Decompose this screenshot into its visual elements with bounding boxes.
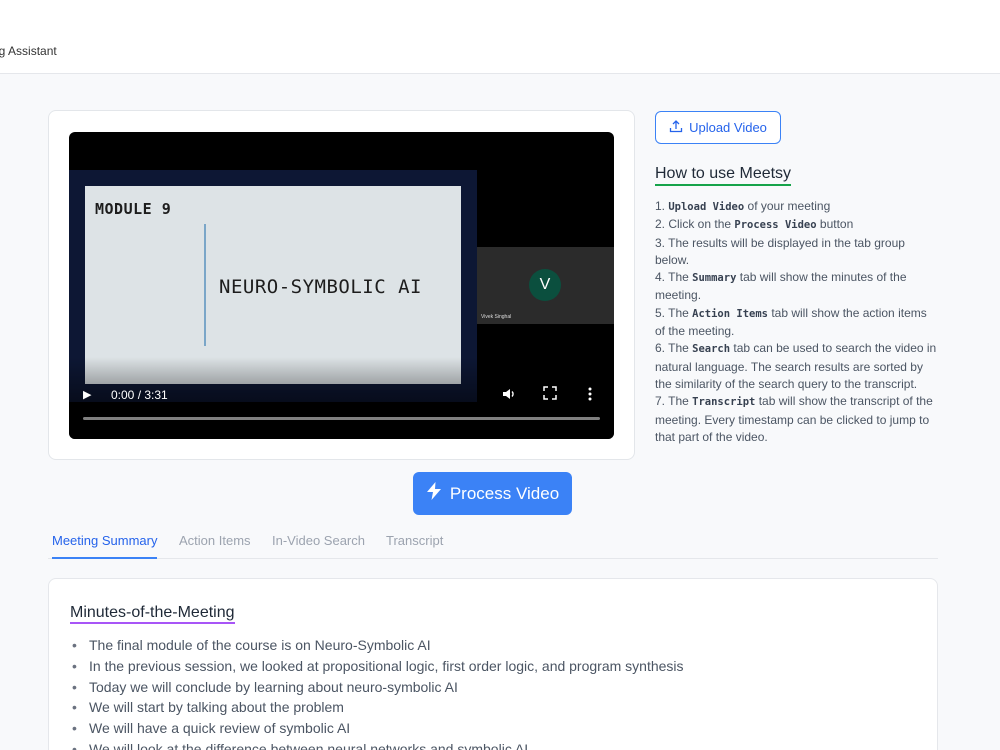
participant-tile: V Vivek Singhal <box>477 247 614 324</box>
howto-step: 7. The Transcript tab will show the tran… <box>655 393 940 446</box>
process-video-button[interactable]: Process Video <box>413 472 572 515</box>
time-display: 0:00 / 3:31 <box>111 388 168 402</box>
tab-bar: Meeting Summary Action Items In-Video Se… <box>48 531 938 559</box>
howto-step-text: button <box>816 217 854 232</box>
video-player[interactable]: MODULE 9 NEURO-SYMBOLIC AI V Vivek Singh… <box>69 132 614 439</box>
tab-action-items[interactable]: Action Items <box>179 531 251 559</box>
list-item: In the previous session, we looked at pr… <box>70 656 684 677</box>
lightning-icon <box>426 482 442 505</box>
howto-step: 4. The Summary tab will show the minutes… <box>655 269 940 305</box>
howto-step-text: 5. The <box>655 305 693 320</box>
participant-avatar: V <box>529 269 561 301</box>
play-icon[interactable]: ▶ <box>83 388 97 402</box>
progress-bar[interactable] <box>83 417 600 420</box>
tab-transcript[interactable]: Transcript <box>386 531 443 559</box>
howto-step-code: Summary <box>692 272 737 285</box>
upload-video-button[interactable]: Upload Video <box>655 111 781 144</box>
upload-icon <box>669 119 683 136</box>
howto-step-text: of your meeting <box>744 199 831 213</box>
howto-step-text: 1. <box>655 199 669 213</box>
upload-video-label: Upload Video <box>689 120 767 135</box>
minutes-list: The final module of the course is on Neu… <box>70 635 684 750</box>
slide: MODULE 9 NEURO-SYMBOLIC AI <box>85 186 461 384</box>
list-item: We will look at the difference between n… <box>70 739 684 750</box>
slide-title: NEURO-SYMBOLIC AI <box>219 276 422 298</box>
tab-meeting-summary[interactable]: Meeting Summary <box>52 531 158 559</box>
list-item: The final module of the course is on Neu… <box>70 635 684 656</box>
howto-step-code: Search <box>692 343 731 356</box>
howto-step-text: 7. The <box>655 394 693 409</box>
howto-step-code: Upload Video <box>668 201 745 213</box>
howto-step-code: Transcript <box>692 396 756 409</box>
howto-title: How to use Meetsy <box>655 165 792 186</box>
slide-module-label: MODULE 9 <box>95 200 172 218</box>
tab-in-video-search[interactable]: In-Video Search <box>272 531 365 559</box>
howto-step: 6. The Search tab can be used to search … <box>655 340 940 393</box>
process-video-label: Process Video <box>449 483 560 503</box>
howto-step: 2. Click on the Process Video button <box>655 216 940 234</box>
slide-divider <box>204 224 206 346</box>
list-item: We will have a quick review of symbolic … <box>70 718 684 739</box>
howto-step: 5. The Action Items tab will show the ac… <box>655 305 940 341</box>
howto-step-code: Action Items <box>692 307 768 320</box>
howto-step-code: Process Video <box>734 219 817 232</box>
howto-step-text: 3. The results will be displayed in the … <box>655 235 905 267</box>
howto-step-text: 4. The <box>655 270 693 285</box>
fullscreen-icon[interactable] <box>543 386 557 404</box>
howto-step-text: 2. Click on the <box>655 217 735 232</box>
participant-name: Vivek Singhal <box>481 314 512 320</box>
top-bar: ng Assistant <box>0 0 1000 74</box>
more-options-icon[interactable] <box>587 386 593 406</box>
minutes-title: Minutes-of-the-Meeting <box>70 604 235 624</box>
summary-card: Minutes-of-the-Meeting The final module … <box>48 578 938 750</box>
howto-step: 1. Upload Video of your meeting <box>655 198 940 216</box>
video-card: MODULE 9 NEURO-SYMBOLIC AI V Vivek Singh… <box>48 110 635 460</box>
howto-step-text: 6. The <box>655 341 693 356</box>
list-item: Today we will conclude by learning about… <box>70 677 684 698</box>
howto-step: 3. The results will be displayed in the … <box>655 235 940 270</box>
howto-steps: 1. Upload Video of your meeting 2. Click … <box>655 198 940 446</box>
volume-icon[interactable] <box>501 386 517 406</box>
list-item: We will start by talking about the probl… <box>70 697 684 718</box>
app-title: ng Assistant <box>0 44 57 58</box>
